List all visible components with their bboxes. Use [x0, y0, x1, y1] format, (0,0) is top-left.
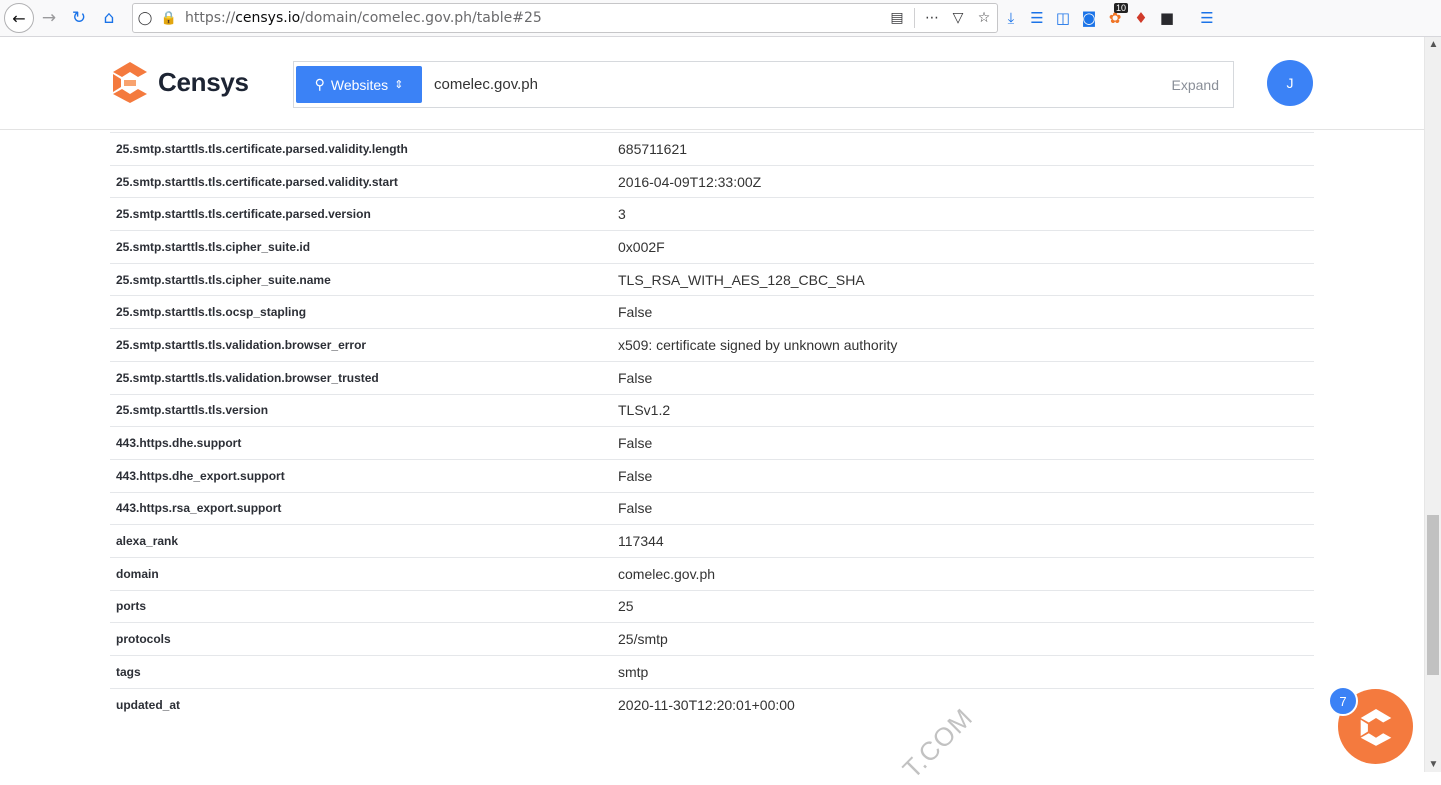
main-content: 25.smtp.starttls.tls.certificate.parsed.…	[0, 130, 1424, 772]
extension-icon[interactable]: ✿ 10	[1102, 3, 1129, 27]
field-value: 25/smtp	[610, 622, 1314, 656]
field-key: 443.https.rsa_export.support	[110, 491, 610, 525]
library-icon[interactable]: ☰	[1024, 9, 1050, 27]
field-value: 117344	[610, 524, 1314, 558]
user-avatar[interactable]: J	[1267, 60, 1313, 106]
field-key: 25.smtp.starttls.tls.validation.browser_…	[110, 328, 610, 362]
field-key: 25.smtp.starttls.tls.version	[110, 393, 610, 427]
field-value: False	[610, 295, 1314, 329]
scrollbar-thumb[interactable]	[1427, 515, 1439, 675]
field-value: x509: certificate signed by unknown auth…	[610, 328, 1314, 362]
shield-icon[interactable]: ◯	[133, 11, 157, 26]
forward-arrow-icon[interactable]: →	[34, 3, 64, 33]
logo-text: Censys	[158, 66, 249, 97]
table-row: 25.smtp.starttls.tls.version TLSv1.2	[110, 393, 1314, 427]
account-icon[interactable]: ◙	[1076, 9, 1102, 27]
table-row: 25.smtp.starttls.tls.cipher_suite.id 0x00…	[110, 230, 1314, 264]
field-value: 3	[610, 197, 1314, 231]
field-value: TLS_RSA_WITH_AES_128_CBC_SHA	[610, 262, 1314, 296]
table-row: domain comelec.gov.ph	[110, 556, 1314, 591]
search-bar: ⚲ Websites ⇕ Expand	[293, 61, 1234, 108]
table-row: updated_at 2020-11-30T12:20:01+00:00	[110, 687, 1314, 721]
table-row: 25.smtp.starttls.tls.certificate.parsed.…	[110, 132, 1314, 166]
field-value: comelec.gov.ph	[610, 556, 1314, 591]
field-key: 25.smtp.starttls.tls.validation.browser_…	[110, 360, 610, 394]
field-key: 25.smtp.starttls.tls.certificate.parsed.…	[110, 197, 610, 231]
table-row: 25.smtp.starttls.tls.certificate.parsed.…	[110, 197, 1314, 231]
url-text[interactable]: https://censys.io/domain/comelec.gov.ph/…	[185, 10, 542, 26]
field-key: alexa_rank	[110, 524, 610, 558]
sidebar-icon[interactable]: ◫	[1050, 9, 1076, 27]
table-row: tags smtp	[110, 655, 1314, 689]
field-value: 0x002F	[610, 230, 1314, 264]
table-row: 443.https.dhe_export.support False	[110, 458, 1314, 493]
field-key: 25.smtp.starttls.tls.cipher_suite.id	[110, 230, 610, 264]
table-row: alexa_rank 117344	[110, 524, 1314, 558]
field-value: smtp	[610, 655, 1314, 689]
field-key: tags	[110, 655, 610, 689]
field-value: 2016-04-09T12:33:00Z	[610, 164, 1314, 198]
domain-data-table: 25.smtp.starttls.tls.certificate.parsed.…	[110, 132, 1314, 721]
field-key: 25.smtp.starttls.tls.certificate.parsed.…	[110, 164, 610, 198]
field-value: TLSv1.2	[610, 393, 1314, 427]
censys-logo-icon	[113, 62, 147, 103]
url-bar[interactable]: ◯ 🔒 https://censys.io/domain/comelec.gov…	[132, 3, 998, 33]
reader-view-icon[interactable]: ▤	[884, 10, 910, 26]
table-row: 25.smtp.starttls.tls.certificate.parsed.…	[110, 164, 1314, 198]
field-value: False	[610, 426, 1314, 460]
scroll-down-arrow-icon[interactable]: ▼	[1425, 759, 1441, 770]
field-key: 443.https.dhe_export.support	[110, 458, 610, 493]
download-icon[interactable]: ⤓	[998, 9, 1024, 27]
more-actions-icon[interactable]: ⋯	[919, 10, 945, 26]
field-key: 25.smtp.starttls.tls.certificate.parsed.…	[110, 132, 610, 166]
lock-icon[interactable]: 🔒	[157, 11, 181, 26]
field-value: 685711621	[610, 132, 1314, 166]
url-separator	[914, 8, 915, 28]
pocket-icon[interactable]: ▽	[945, 10, 971, 26]
search-type-label: Websites	[330, 76, 389, 93]
scroll-up-arrow-icon[interactable]: ▲	[1425, 39, 1441, 50]
home-icon[interactable]: ⌂	[94, 3, 124, 33]
field-value: False	[610, 491, 1314, 525]
search-input[interactable]	[434, 76, 1172, 93]
field-key: 25.smtp.starttls.tls.cipher_suite.name	[110, 262, 610, 296]
bookmark-star-icon[interactable]: ☆	[971, 10, 997, 26]
extension-badge: 10	[1114, 3, 1129, 13]
field-value: False	[610, 360, 1314, 394]
field-key: ports	[110, 589, 610, 623]
search-icon: ⚲	[314, 76, 325, 92]
padlock-extension-icon[interactable]: ■	[1154, 9, 1180, 27]
reload-icon[interactable]: ↻	[64, 3, 94, 33]
field-value: 25	[610, 589, 1314, 623]
expand-button[interactable]: Expand	[1172, 77, 1219, 93]
addon-icon[interactable]: ♦	[1128, 9, 1154, 27]
table-row: ports 25	[110, 589, 1314, 623]
field-value: False	[610, 458, 1314, 493]
field-key: domain	[110, 556, 610, 591]
browser-toolbar: ← → ↻ ⌂ ◯ 🔒 https://censys.io/domain/com…	[0, 0, 1441, 37]
page-scrollbar[interactable]: ▲ ▼	[1424, 37, 1441, 772]
chat-unread-badge: 7	[1328, 686, 1358, 716]
table-row: 25.smtp.starttls.tls.cipher_suite.name TL…	[110, 262, 1314, 296]
table-row: 443.https.dhe.support False	[110, 426, 1314, 460]
field-key: 25.smtp.starttls.tls.ocsp_stapling	[110, 295, 610, 329]
table-row: 443.https.rsa_export.support False	[110, 491, 1314, 525]
table-row: 25.smtp.starttls.tls.ocsp_stapling False	[110, 295, 1314, 329]
table-row: 25.smtp.starttls.tls.validation.browser_…	[110, 328, 1314, 362]
censys-logo[interactable]: Censys	[110, 61, 249, 103]
table-row: protocols 25/smtp	[110, 622, 1314, 656]
field-key: protocols	[110, 622, 610, 656]
sort-arrows-icon: ⇕	[394, 79, 404, 91]
search-type-select[interactable]: ⚲ Websites ⇕	[296, 66, 422, 103]
chat-logo-icon	[1360, 708, 1391, 746]
back-arrow-icon[interactable]: ←	[4, 3, 34, 33]
field-key: updated_at	[110, 687, 610, 721]
hamburger-menu-icon[interactable]: ☰	[1194, 9, 1220, 27]
site-header: Censys ⚲ Websites ⇕ Expand J	[0, 37, 1424, 130]
table-row: 25.smtp.starttls.tls.validation.browser_…	[110, 360, 1314, 394]
field-key: 443.https.dhe.support	[110, 426, 610, 460]
